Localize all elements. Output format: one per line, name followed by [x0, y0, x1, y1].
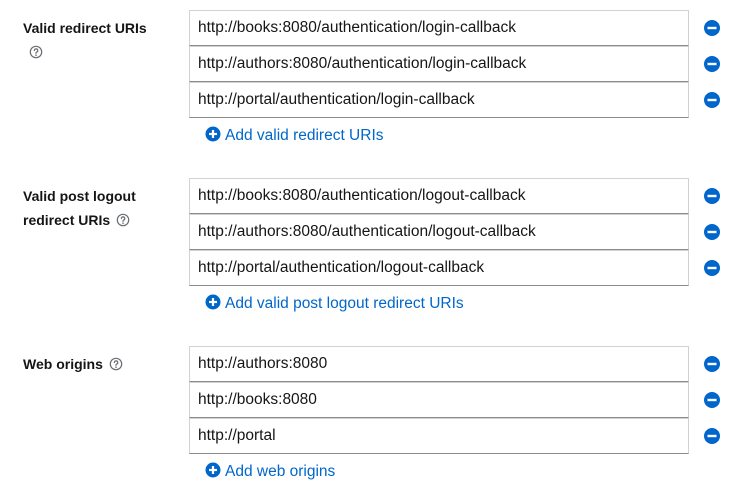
minus-circle-icon[interactable] [703, 259, 721, 277]
minus-circle-icon[interactable] [703, 427, 721, 445]
minus-circle-icon[interactable] [703, 19, 721, 37]
post-logout-uri-input[interactable] [189, 250, 689, 286]
minus-circle-icon[interactable] [703, 223, 721, 241]
add-post-logout-uri-button[interactable]: Add valid post logout redirect URIs [205, 294, 464, 314]
help-circle-icon[interactable] [29, 45, 43, 59]
help-circle-icon[interactable] [109, 357, 123, 371]
post-logout-uri-input[interactable] [189, 214, 689, 250]
redirect-uri-row [189, 82, 729, 118]
plus-circle-icon [205, 462, 221, 478]
web-origin-input[interactable] [189, 382, 689, 418]
plus-circle-icon [205, 294, 221, 310]
post-logout-uris-label: Valid post logout redirect URIs [23, 188, 136, 228]
redirect-uri-input[interactable] [189, 10, 689, 46]
help-circle-icon[interactable] [116, 213, 130, 227]
add-redirect-uri-button[interactable]: Add valid redirect URIs [205, 126, 384, 146]
post-logout-uri-input[interactable] [189, 178, 689, 214]
redirect-uri-row [189, 46, 729, 82]
web-origin-input[interactable] [189, 346, 689, 382]
minus-circle-icon[interactable] [703, 91, 721, 109]
redirect-uri-input[interactable] [189, 46, 689, 82]
post-logout-uri-row [189, 214, 729, 250]
minus-circle-icon[interactable] [703, 391, 721, 409]
post-logout-uri-row [189, 250, 729, 286]
web-origins-label: Web origins [23, 352, 163, 376]
redirect-uri-input[interactable] [189, 82, 689, 118]
plus-circle-icon [205, 126, 221, 142]
redirect-uri-row [189, 10, 729, 46]
minus-circle-icon[interactable] [703, 355, 721, 373]
minus-circle-icon[interactable] [703, 55, 721, 73]
add-web-origin-button[interactable]: Add web origins [205, 462, 335, 482]
web-origin-row [189, 418, 729, 454]
web-origin-row [189, 382, 729, 418]
web-origin-row [189, 346, 729, 382]
web-origin-input[interactable] [189, 418, 689, 454]
minus-circle-icon[interactable] [703, 187, 721, 205]
redirect-uris-label: Valid redirect URIs [23, 16, 163, 64]
post-logout-uri-row [189, 178, 729, 214]
